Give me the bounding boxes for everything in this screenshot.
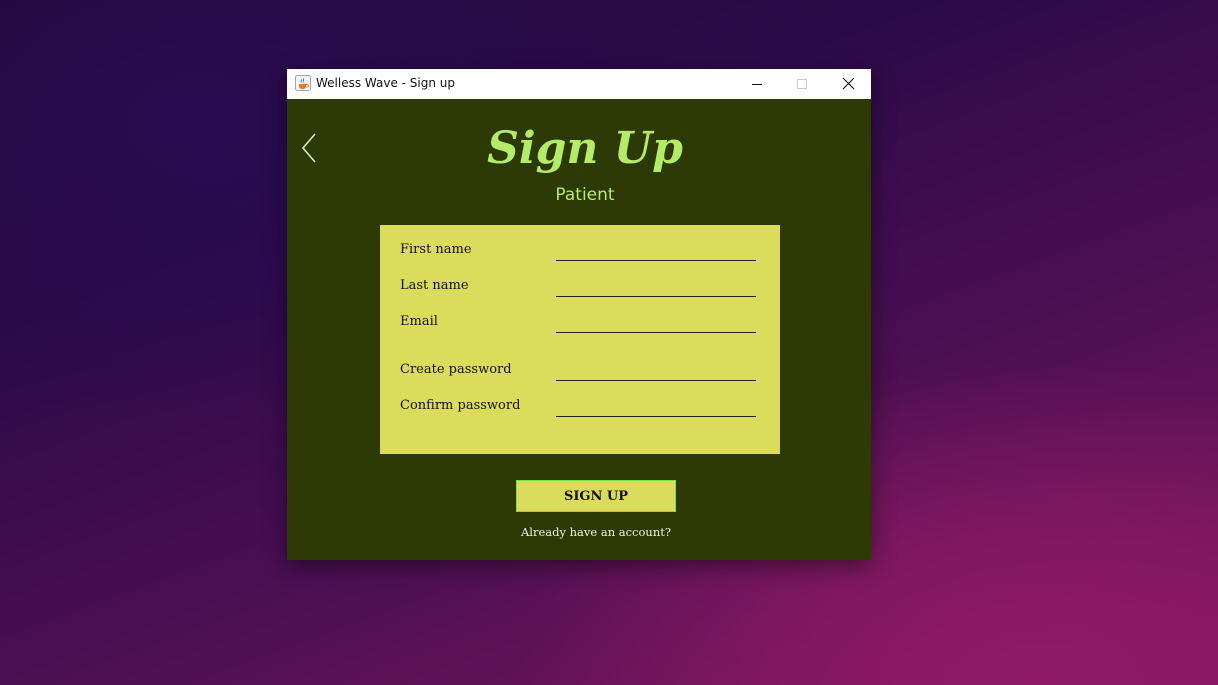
close-button[interactable] xyxy=(825,69,871,99)
email-field[interactable] xyxy=(556,310,756,333)
minimize-icon xyxy=(751,75,763,94)
app-window: Welless Wave - Sign up Sign Up Patient F… xyxy=(287,69,871,560)
create-password-label: Create password xyxy=(400,362,512,377)
desktop-background: Welless Wave - Sign up Sign Up Patient F… xyxy=(0,0,1218,685)
last-name-field[interactable] xyxy=(556,274,756,297)
java-cup-icon xyxy=(295,75,311,91)
signup-button[interactable]: SIGN UP xyxy=(516,480,676,512)
minimize-button[interactable] xyxy=(734,69,780,99)
email-label: Email xyxy=(400,314,438,329)
window-title: Welless Wave - Sign up xyxy=(316,76,456,90)
page-title: Sign Up xyxy=(487,123,683,174)
already-have-account-link[interactable]: Already have an account? xyxy=(287,525,905,539)
maximize-icon xyxy=(796,75,808,94)
first-name-label: First name xyxy=(400,242,472,257)
close-icon xyxy=(842,75,855,94)
window-titlebar[interactable]: Welless Wave - Sign up xyxy=(287,69,871,99)
maximize-button[interactable] xyxy=(779,69,825,99)
signup-form: First name Last name Email Create passwo… xyxy=(380,225,780,454)
last-name-label: Last name xyxy=(400,278,469,293)
first-name-field[interactable] xyxy=(556,238,756,261)
signup-content: Sign Up Patient First name Last name Ema… xyxy=(287,99,871,560)
confirm-password-label: Confirm password xyxy=(400,398,521,413)
create-password-field[interactable] xyxy=(556,358,756,381)
confirm-password-field[interactable] xyxy=(556,394,756,417)
page-subtitle: Patient xyxy=(555,185,615,205)
